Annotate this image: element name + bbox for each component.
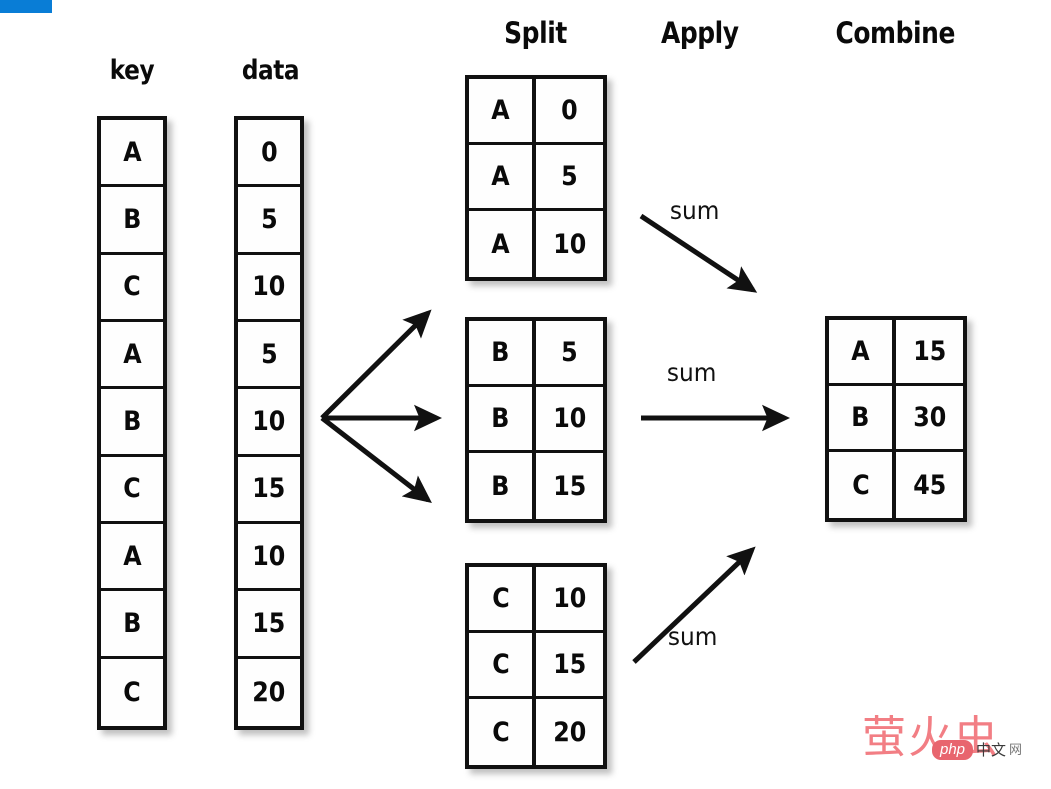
- group-b-key-cell: B: [469, 453, 536, 519]
- data-cell: 10: [238, 254, 300, 322]
- data-cell: 10: [238, 389, 300, 457]
- combine-table: A 15 B 30 C 45: [825, 316, 967, 522]
- group-b-value-cell: 10: [536, 387, 603, 453]
- blue-corner-marker: [0, 0, 52, 13]
- combine-value-cell: 45: [896, 452, 963, 518]
- combine-value-cell: 30: [896, 386, 963, 452]
- data-column: 0 5 10 5 10 15 10 15 20: [234, 116, 304, 730]
- key-cell: C: [101, 254, 163, 322]
- combine-value-cell: 15: [896, 320, 963, 386]
- key-cell: C: [101, 658, 163, 726]
- key-cell: A: [101, 322, 163, 390]
- column-header-data: data: [241, 55, 300, 86]
- group-c-key-cell: C: [469, 699, 536, 765]
- group-b-key-cell: B: [469, 387, 536, 453]
- data-cell: 15: [238, 591, 300, 659]
- column-header-key: key: [109, 55, 155, 86]
- watermark: 萤火虫 php 中文 网: [862, 712, 1042, 772]
- combine-key-cell: A: [829, 320, 896, 386]
- split-arrow-to-group-c: [320, 416, 432, 504]
- split-group-a: A 0 A 5 A 10: [465, 75, 607, 281]
- data-cell: 15: [238, 456, 300, 524]
- stage-header-combine: Combine: [835, 16, 955, 50]
- apply-sum-arrows: [632, 213, 791, 664]
- group-c-key-cell: C: [469, 633, 536, 699]
- split-group-c: C 10 C 15 C 20: [465, 563, 607, 769]
- key-cell: A: [101, 120, 163, 188]
- group-c-value-cell: 15: [536, 633, 603, 699]
- group-c-value-cell: 10: [536, 567, 603, 633]
- data-cell: 0: [238, 120, 300, 188]
- combine-key-cell: C: [829, 452, 896, 518]
- group-c-key-cell: C: [469, 567, 536, 633]
- split-fan-arrows: [320, 309, 443, 504]
- group-c-value-cell: 20: [536, 699, 603, 765]
- sum-label-group-c: sum: [667, 622, 718, 651]
- combine-key-cell: B: [829, 386, 896, 452]
- data-cell: 5: [238, 322, 300, 390]
- group-a-key-cell: A: [469, 145, 536, 211]
- group-b-value-cell: 5: [536, 321, 603, 387]
- key-cell: B: [101, 187, 163, 255]
- watermark-wang-text: 网: [1009, 742, 1023, 758]
- split-arrow-to-group-a: [320, 309, 432, 420]
- group-b-value-cell: 15: [536, 453, 603, 519]
- watermark-badge: php 中文 网: [932, 740, 1022, 760]
- watermark-zhongwen-text: 中文: [976, 740, 1007, 759]
- split-group-b: B 5 B 10 B 15: [465, 317, 607, 523]
- data-cell: 10: [238, 524, 300, 592]
- key-cell: B: [101, 591, 163, 659]
- watermark-php-logo: php: [932, 740, 974, 760]
- sum-label-group-a: sum: [669, 196, 720, 225]
- group-a-key-cell: A: [469, 211, 536, 277]
- group-a-value-cell: 10: [536, 211, 603, 277]
- data-cell: 20: [238, 658, 300, 726]
- sum-arrow-group-a: [639, 213, 758, 293]
- key-cell: B: [101, 389, 163, 457]
- group-b-key-cell: B: [469, 321, 536, 387]
- data-cell: 5: [238, 187, 300, 255]
- stage-header-split: Split: [504, 16, 567, 50]
- group-a-key-cell: A: [469, 79, 536, 145]
- sum-label-group-b: sum: [666, 358, 717, 387]
- key-cell: C: [101, 456, 163, 524]
- diagram-canvas: Split Apply Combine key data A B C A B C…: [0, 0, 1051, 789]
- group-a-value-cell: 5: [536, 145, 603, 211]
- group-a-value-cell: 0: [536, 79, 603, 145]
- key-column: A B C A B C A B C: [97, 116, 167, 730]
- key-cell: A: [101, 524, 163, 592]
- stage-header-apply: Apply: [660, 16, 739, 50]
